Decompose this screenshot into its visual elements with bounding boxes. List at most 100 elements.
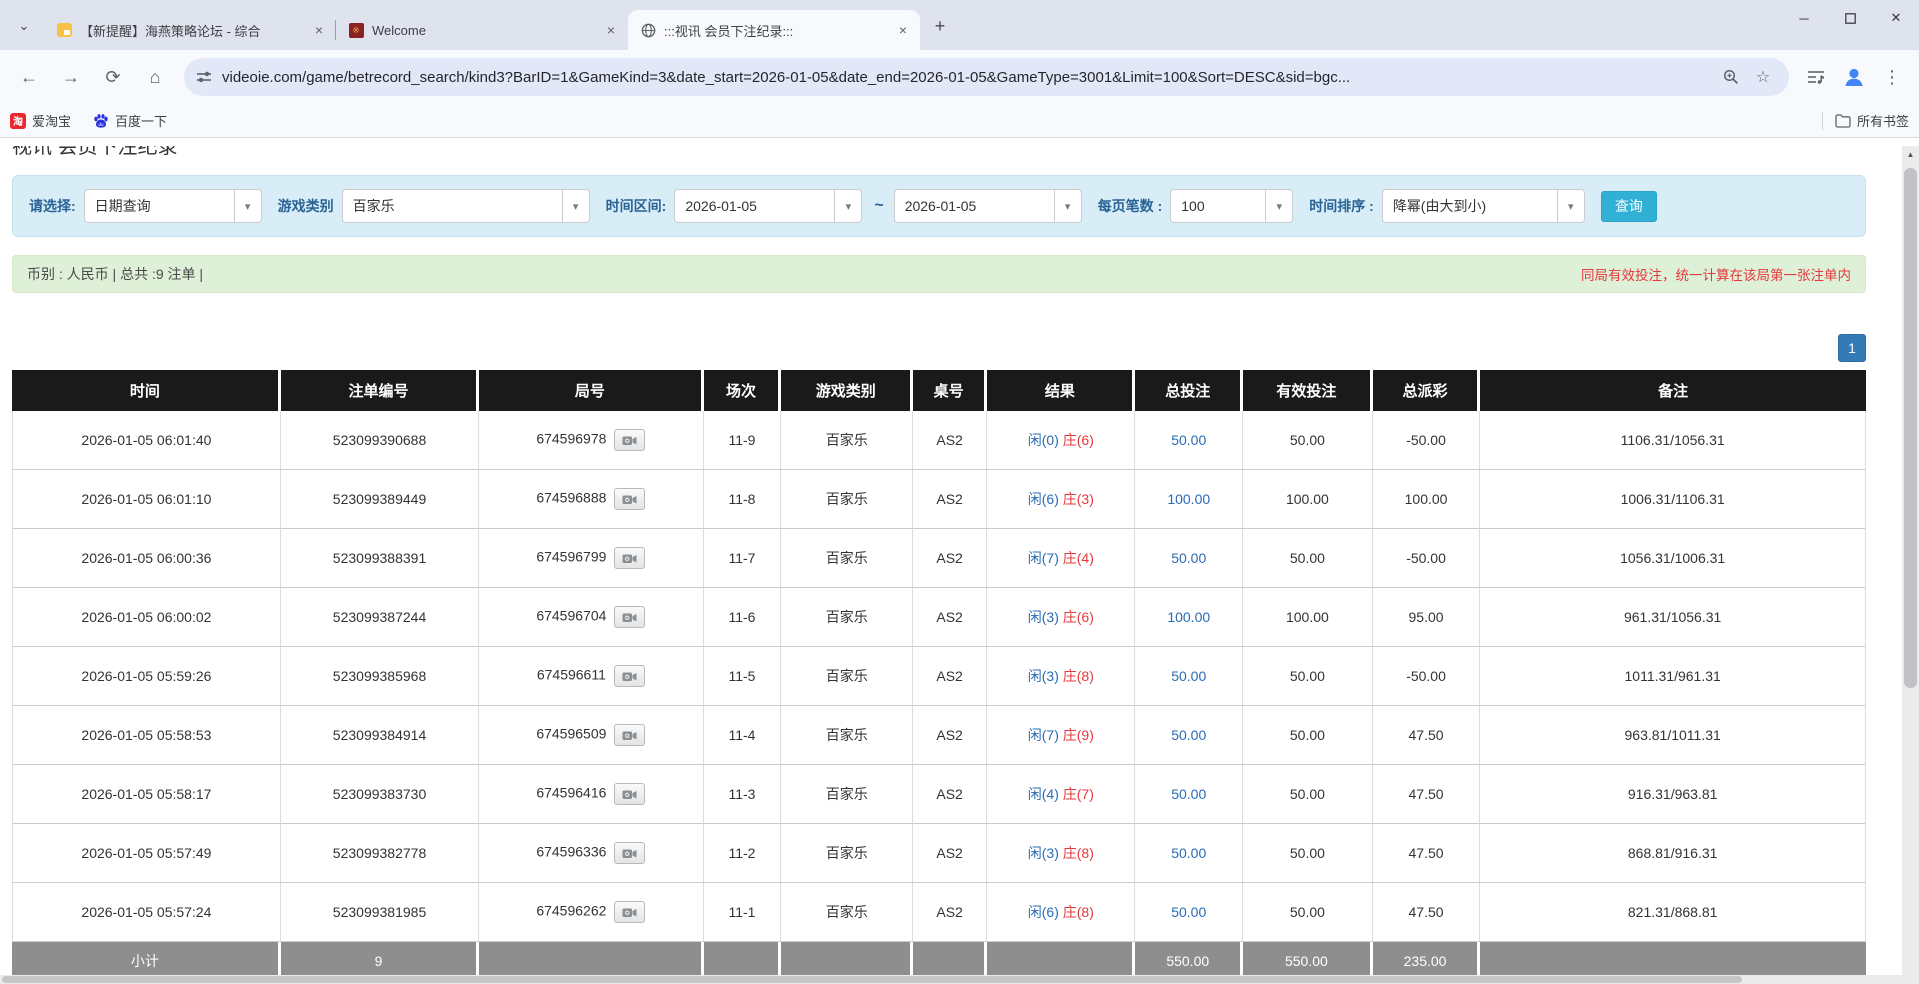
tab-bet-record[interactable]: :::视讯 会员下注纪录::: × — [628, 10, 920, 50]
video-replay-button[interactable] — [614, 842, 645, 864]
total-bet-link[interactable]: 100.00 — [1167, 609, 1210, 625]
scroll-up-icon[interactable]: ▲ — [1902, 146, 1919, 163]
total-bet-link[interactable]: 50.00 — [1171, 727, 1206, 743]
new-tab-button[interactable]: + — [926, 12, 954, 40]
query-type-dropdown[interactable]: 日期查询 ▾ — [84, 189, 262, 223]
tab-close-icon[interactable]: × — [894, 21, 912, 39]
search-button[interactable]: 查询 — [1601, 191, 1657, 222]
total-bet-link[interactable]: 50.00 — [1171, 786, 1206, 802]
video-replay-button[interactable] — [614, 488, 645, 510]
forward-icon[interactable]: → — [54, 60, 88, 94]
table-no-cell: AS2 — [913, 588, 987, 647]
game-kind-cell: 百家乐 — [781, 529, 913, 588]
video-replay-button[interactable] — [614, 783, 645, 805]
result-banker: 庄(4) — [1063, 550, 1094, 566]
total-bet-link[interactable]: 50.00 — [1171, 668, 1206, 684]
time-cell: 2026-01-05 05:58:53 — [12, 706, 281, 765]
back-icon[interactable]: ← — [12, 60, 46, 94]
total-bet-link[interactable]: 50.00 — [1171, 432, 1206, 448]
horizontal-scrollbar[interactable] — [0, 975, 1919, 984]
close-window-button[interactable]: ✕ — [1873, 0, 1919, 36]
zoom-icon[interactable] — [1717, 63, 1745, 91]
all-bookmarks-button[interactable]: 所有书签 — [1835, 111, 1909, 130]
total-bet-link[interactable]: 100.00 — [1167, 491, 1210, 507]
page-title: 视讯 会员下注纪录 — [12, 146, 1866, 161]
bookmark-star-icon[interactable]: ☆ — [1749, 63, 1777, 91]
result-banker: 庄(6) — [1063, 432, 1094, 448]
bookmark-baidu[interactable]: du 百度一下 — [93, 109, 167, 133]
chevron-down-icon[interactable]: ▾ — [234, 189, 262, 223]
per-page-dropdown[interactable]: 100 ▾ — [1170, 189, 1293, 223]
round-no-value: 674596704 — [536, 608, 606, 624]
bet-table-body: 2026-01-05 06:01:40523099390688674596978… — [12, 411, 1866, 942]
browser-menu-icon[interactable]: ⋮ — [1875, 60, 1909, 94]
globe-icon — [640, 22, 656, 38]
col-round-no: 局号 — [479, 370, 703, 411]
address-bar[interactable]: videoie.com/game/betrecord_search/kind3?… — [184, 58, 1789, 96]
video-replay-button[interactable] — [614, 665, 645, 687]
tab-title: 【新提醒】海燕策略论坛 - 综合 — [80, 21, 304, 40]
game-kind-cell: 百家乐 — [781, 588, 913, 647]
round-no-cell: 674596336 — [479, 824, 703, 883]
tab-close-icon[interactable]: × — [602, 21, 620, 39]
game-kind-dropdown[interactable]: 百家乐 ▾ — [342, 189, 590, 223]
table-no-cell: AS2 — [913, 529, 987, 588]
time-cell: 2026-01-05 05:58:17 — [12, 765, 281, 824]
video-replay-button[interactable] — [614, 606, 645, 628]
date-start-value: 2026-01-05 — [674, 189, 834, 223]
game-kind-label: 游戏类别 — [278, 196, 334, 216]
total-bet-link[interactable]: 50.00 — [1171, 845, 1206, 861]
date-start-dropdown[interactable]: 2026-01-05 ▾ — [674, 189, 862, 223]
home-icon[interactable]: ⌂ — [138, 60, 172, 94]
reload-icon[interactable]: ⟳ — [96, 60, 130, 94]
profile-avatar[interactable] — [1837, 60, 1871, 94]
chevron-down-icon[interactable]: ▾ — [834, 189, 862, 223]
tab-forum[interactable]: 【新提醒】海燕策略论坛 - 综合 × — [44, 10, 336, 50]
game-kind-cell: 百家乐 — [781, 470, 913, 529]
result-player: 闲(4) — [1028, 786, 1059, 802]
total-bet-link[interactable]: 50.00 — [1171, 550, 1206, 566]
page-1-button[interactable]: 1 — [1838, 334, 1866, 362]
chevron-down-icon[interactable]: ▾ — [1265, 189, 1293, 223]
total-bet-cell: 50.00 — [1135, 529, 1243, 588]
video-replay-button[interactable] — [614, 901, 645, 923]
tab-search-button[interactable]: ⌄ — [10, 12, 38, 40]
session-cell: 11-4 — [704, 706, 782, 765]
toolbar-right: ⋮ — [1797, 60, 1911, 94]
date-end-value: 2026-01-05 — [894, 189, 1054, 223]
total-bet-link[interactable]: 50.00 — [1171, 904, 1206, 920]
col-total-bet: 总投注 — [1135, 370, 1243, 411]
valid-bet-cell: 50.00 — [1243, 765, 1373, 824]
tab-welcome[interactable]: ※ Welcome × — [336, 10, 628, 50]
video-camera-icon — [622, 552, 637, 564]
valid-bet-cell: 50.00 — [1243, 883, 1373, 942]
vertical-scroll-thumb[interactable] — [1904, 168, 1917, 688]
sort-dropdown[interactable]: 降幂(由大到小) ▾ — [1382, 189, 1585, 223]
round-no-value: 674596611 — [537, 667, 606, 683]
video-camera-icon — [622, 906, 637, 918]
time-cell: 2026-01-05 06:00:36 — [12, 529, 281, 588]
media-controls-icon[interactable] — [1799, 60, 1833, 94]
payout-cell: 47.50 — [1373, 824, 1481, 883]
tab-close-icon[interactable]: × — [310, 21, 328, 39]
round-no-cell: 674596509 — [479, 706, 703, 765]
url-text[interactable]: videoie.com/game/betrecord_search/kind3?… — [222, 69, 1713, 86]
per-page-value: 100 — [1170, 189, 1265, 223]
result-player: 闲(6) — [1028, 491, 1059, 507]
horizontal-scroll-thumb[interactable] — [2, 976, 1742, 983]
vertical-scrollbar[interactable]: ▲ — [1902, 146, 1919, 984]
maximize-button[interactable] — [1827, 0, 1873, 36]
video-replay-button[interactable] — [614, 429, 645, 451]
bookmark-taobao[interactable]: 淘 爱淘宝 — [10, 109, 71, 133]
video-replay-button[interactable] — [614, 547, 645, 569]
site-settings-icon[interactable] — [196, 69, 212, 85]
chevron-down-icon[interactable]: ▾ — [1054, 189, 1082, 223]
video-replay-button[interactable] — [614, 724, 645, 746]
date-end-dropdown[interactable]: 2026-01-05 ▾ — [894, 189, 1082, 223]
chevron-down-icon[interactable]: ▾ — [1557, 189, 1585, 223]
minimize-button[interactable]: ─ — [1781, 0, 1827, 36]
game-kind-value: 百家乐 — [342, 189, 562, 223]
svg-text:du: du — [99, 122, 105, 127]
chevron-down-icon[interactable]: ▾ — [562, 189, 590, 223]
browser-toolbar: ← → ⟳ ⌂ videoie.com/game/betrecord_searc… — [0, 50, 1919, 104]
